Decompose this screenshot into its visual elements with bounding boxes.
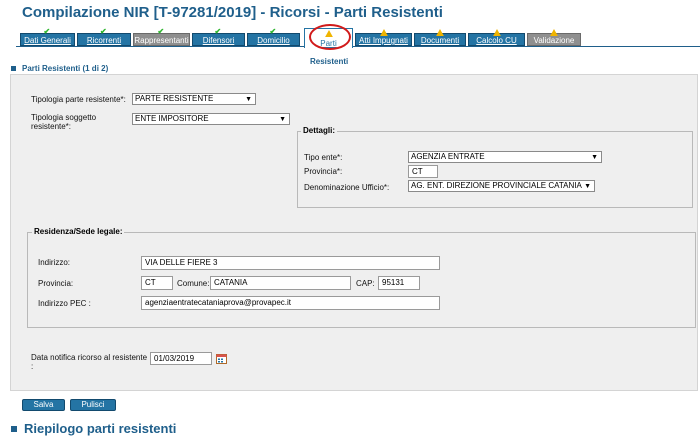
tipologia-soggetto-label: Tipologia soggetto resistente*:	[31, 113, 97, 131]
tab-difensori[interactable]: ✔ Difensori	[192, 28, 245, 46]
clear-button[interactable]: Pulisci	[70, 399, 116, 411]
tab-calcolo-cu[interactable]: Calcolo CU	[468, 29, 525, 46]
section-title: Parti Resistenti (1 di 2)	[22, 64, 109, 73]
tab-validazione[interactable]: Validazione	[527, 29, 581, 46]
dropdown-arrow-icon: ▼	[584, 183, 591, 190]
residenza-provincia-field[interactable]: CT	[141, 276, 173, 290]
check-icon: ✔	[43, 27, 51, 36]
tab-dati-generali[interactable]: ✔ Dati Generali	[20, 28, 75, 46]
ufficio-label: Denominazione Ufficio*:	[304, 183, 390, 192]
residenza-provincia-label: Provincia:	[38, 279, 74, 288]
tipologia-parte-label: Tipologia parte resistente*:	[31, 95, 126, 104]
tab-parti-subtitle: Resistenti	[310, 57, 349, 66]
provincia-label: Provincia*:	[304, 167, 343, 176]
warning-icon	[436, 29, 444, 36]
warning-icon	[550, 29, 558, 36]
tab-ricorrenti[interactable]: ✔ Ricorrenti	[77, 28, 131, 46]
warning-icon	[492, 29, 501, 36]
page-title: Compilazione NIR [T-97281/2019] - Ricors…	[22, 4, 443, 21]
tab-atti-impugnati[interactable]: Atti Impugnati	[355, 29, 412, 46]
summary-title: Riepilogo parti resistenti	[24, 421, 177, 436]
indirizzo-label: Indirizzo:	[38, 258, 71, 267]
section-bullet	[11, 426, 17, 432]
tipo-ente-label: Tipo ente*:	[304, 153, 343, 162]
pec-field[interactable]: agenziaentratecataniaprova@provapec.it	[141, 296, 440, 310]
dropdown-arrow-icon: ▼	[591, 154, 598, 161]
tipo-ente-select[interactable]: AGENZIA ENTRATE ▼	[408, 151, 602, 163]
data-notifica-label: Data notifica ricorso al resistente :	[31, 353, 148, 371]
dettagli-fieldset	[297, 131, 693, 208]
check-icon: ✔	[214, 27, 222, 36]
check-icon: ✔	[269, 27, 277, 36]
tipologia-parte-select[interactable]: PARTE RESISTENTE ▼	[132, 93, 256, 105]
calendar-icon[interactable]	[216, 353, 227, 364]
pec-label: Indirizzo PEC :	[38, 299, 91, 308]
comune-field[interactable]: CATANIA	[210, 276, 351, 290]
dropdown-arrow-icon: ▼	[245, 96, 252, 103]
check-icon: ✔	[100, 27, 107, 36]
tab-domicilio[interactable]: ✔ Domicilio	[247, 28, 300, 46]
residenza-legend: Residenza/Sede legale:	[32, 227, 125, 236]
data-notifica-field[interactable]: 01/03/2019	[150, 352, 212, 365]
tab-rappresentanti[interactable]: ✔ Rappresentanti	[133, 28, 190, 46]
dettagli-legend: Dettagli:	[301, 126, 337, 135]
provincia-field[interactable]: CT	[408, 165, 438, 178]
indirizzo-field[interactable]: VIA DELLE FIERE 3	[141, 256, 440, 270]
cap-label: CAP:	[356, 279, 375, 288]
save-button[interactable]: Salva	[22, 399, 65, 411]
warning-icon	[379, 29, 388, 36]
ufficio-select[interactable]: AG. ENT. DIREZIONE PROVINCIALE CATANIA ▼	[408, 180, 595, 192]
comune-label: Comune:	[177, 279, 210, 288]
dropdown-arrow-icon: ▼	[279, 116, 286, 123]
tipologia-soggetto-select[interactable]: ENTE IMPOSITORE ▼	[132, 113, 290, 125]
tab-documenti[interactable]: Documenti	[414, 29, 466, 46]
section-bullet	[11, 66, 16, 71]
cap-field[interactable]: 95131	[378, 276, 420, 290]
highlight-circle	[309, 24, 351, 50]
check-icon: ✔	[157, 27, 165, 36]
